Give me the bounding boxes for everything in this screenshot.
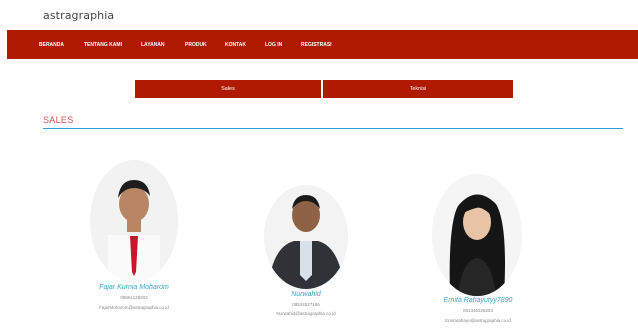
main-navbar: BERANDA TENTANG KAMI LAYANAN PRODUK KONT…: [7, 30, 638, 59]
nav-item-registrasi[interactable]: REGISTRASI: [301, 42, 332, 48]
nav-item-login[interactable]: LOG IN: [265, 42, 282, 48]
site-logo[interactable]: astragraphia: [43, 9, 114, 22]
nav-item-tentang-kami[interactable]: TENTANG KAMI: [84, 42, 122, 48]
person-phone: 08561128202: [120, 295, 148, 300]
person-email[interactable]: FajarMoharom@astragraphia.co.id: [64, 305, 204, 310]
person-photo-icon: [264, 185, 348, 289]
tab-sales[interactable]: Sales: [135, 80, 321, 98]
nav-item-layanan[interactable]: LAYANAN: [141, 42, 165, 48]
section-title: SALES: [43, 115, 74, 125]
person-email[interactable]: Nurwahid@astragraphia.co.id: [236, 311, 376, 316]
section-divider: [43, 128, 623, 129]
tab-teknisi[interactable]: Teknisi: [323, 80, 513, 98]
person-email[interactable]: Ernitarahayu@astragraphia.co.id: [408, 318, 548, 323]
nav-item-beranda[interactable]: BERANDA: [39, 42, 64, 48]
avatar-fajar: [90, 160, 178, 282]
person-name: Nurwahid: [291, 291, 321, 298]
avatar-ernita: [432, 174, 522, 296]
person-name: Fajar Kurnia Moharom: [99, 284, 169, 291]
person-photo-icon: [90, 160, 178, 282]
person-name: Ernita Rahayutyy7890: [443, 297, 513, 304]
nav-item-kontak[interactable]: KONTAK: [225, 42, 246, 48]
person-phone: 081346326253: [462, 308, 494, 313]
avatar-nurwahid: [264, 185, 348, 289]
person-photo-icon: [432, 174, 522, 296]
person-phone: 08534527165: [292, 302, 320, 307]
nav-item-produk[interactable]: PRODUK: [185, 42, 207, 48]
